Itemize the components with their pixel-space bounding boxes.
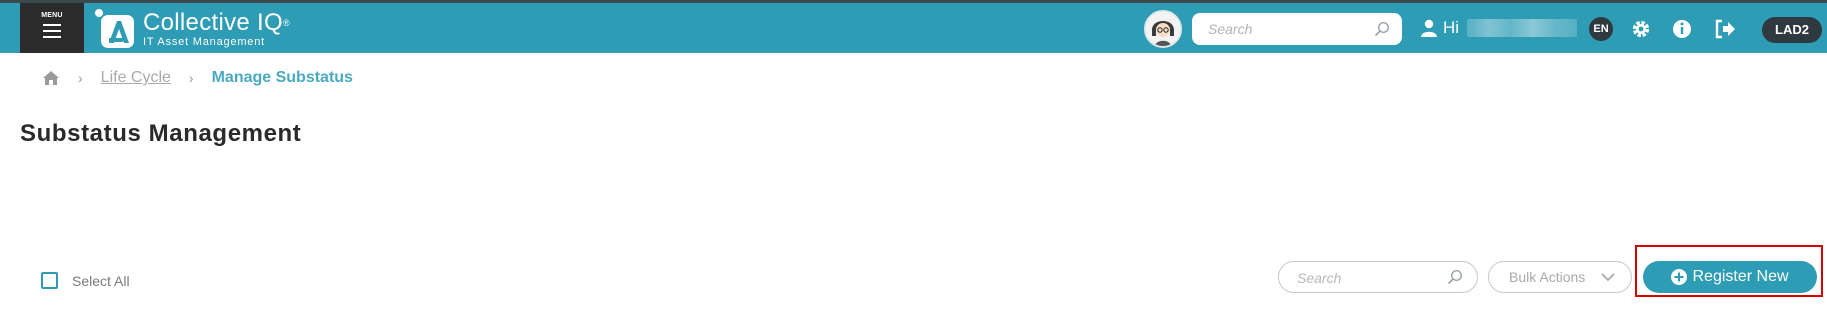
app-logo[interactable]: Collective IQ® IT Asset Management <box>93 7 290 51</box>
avatar-icon <box>1146 12 1180 46</box>
registered-mark: ® <box>282 18 290 28</box>
menu-icon <box>43 24 61 38</box>
gear-icon[interactable] <box>1629 17 1653 41</box>
user-menu[interactable]: Hi <box>1421 16 1578 40</box>
home-icon[interactable] <box>42 70 60 86</box>
register-new-label: Register New <box>1692 268 1789 285</box>
app-name: Collective IQ <box>143 9 283 36</box>
breadcrumb-manage-substatus: Manage Substatus <box>211 69 353 86</box>
logo-icon <box>93 7 137 51</box>
list-search <box>1278 261 1478 293</box>
page-title: Substatus Management <box>20 120 302 147</box>
menu-button[interactable]: MENU <box>20 3 84 53</box>
search-icon[interactable] <box>1447 269 1463 285</box>
app-subtitle: IT Asset Management <box>143 36 265 48</box>
app-header: MENU Collective IQ® IT Asset Management <box>0 3 1827 53</box>
plus-circle-icon <box>1671 269 1688 285</box>
tenant-badge[interactable]: LAD2 <box>1762 17 1822 43</box>
user-icon <box>1421 19 1437 37</box>
breadcrumb-separator: › <box>188 70 194 86</box>
register-new-button[interactable]: Register New <box>1643 261 1817 293</box>
logout-icon[interactable] <box>1713 17 1737 41</box>
menu-label: MENU <box>41 12 63 19</box>
breadcrumb-separator: › <box>78 70 83 86</box>
header-search-input[interactable] <box>1208 20 1368 38</box>
avatar[interactable] <box>1144 10 1182 48</box>
breadcrumb-life-cycle[interactable]: Life Cycle <box>101 69 171 87</box>
chevron-down-icon <box>1601 273 1615 282</box>
redacted-username <box>1467 19 1578 37</box>
search-icon[interactable] <box>1374 21 1390 37</box>
breadcrumb: › Life Cycle › Manage Substatus <box>42 66 353 90</box>
info-icon[interactable] <box>1670 17 1694 41</box>
checkbox-icon[interactable] <box>41 272 58 289</box>
select-all-label: Select All <box>72 272 130 289</box>
header-search <box>1192 13 1402 45</box>
bulk-actions-label: Bulk Actions <box>1509 269 1586 285</box>
list-search-input[interactable] <box>1297 269 1437 287</box>
bulk-actions-dropdown[interactable]: Bulk Actions <box>1488 261 1632 293</box>
select-all-checkbox[interactable]: Select All <box>41 272 130 289</box>
language-switcher[interactable]: EN <box>1589 17 1613 41</box>
greeting-text: Hi <box>1443 18 1460 37</box>
